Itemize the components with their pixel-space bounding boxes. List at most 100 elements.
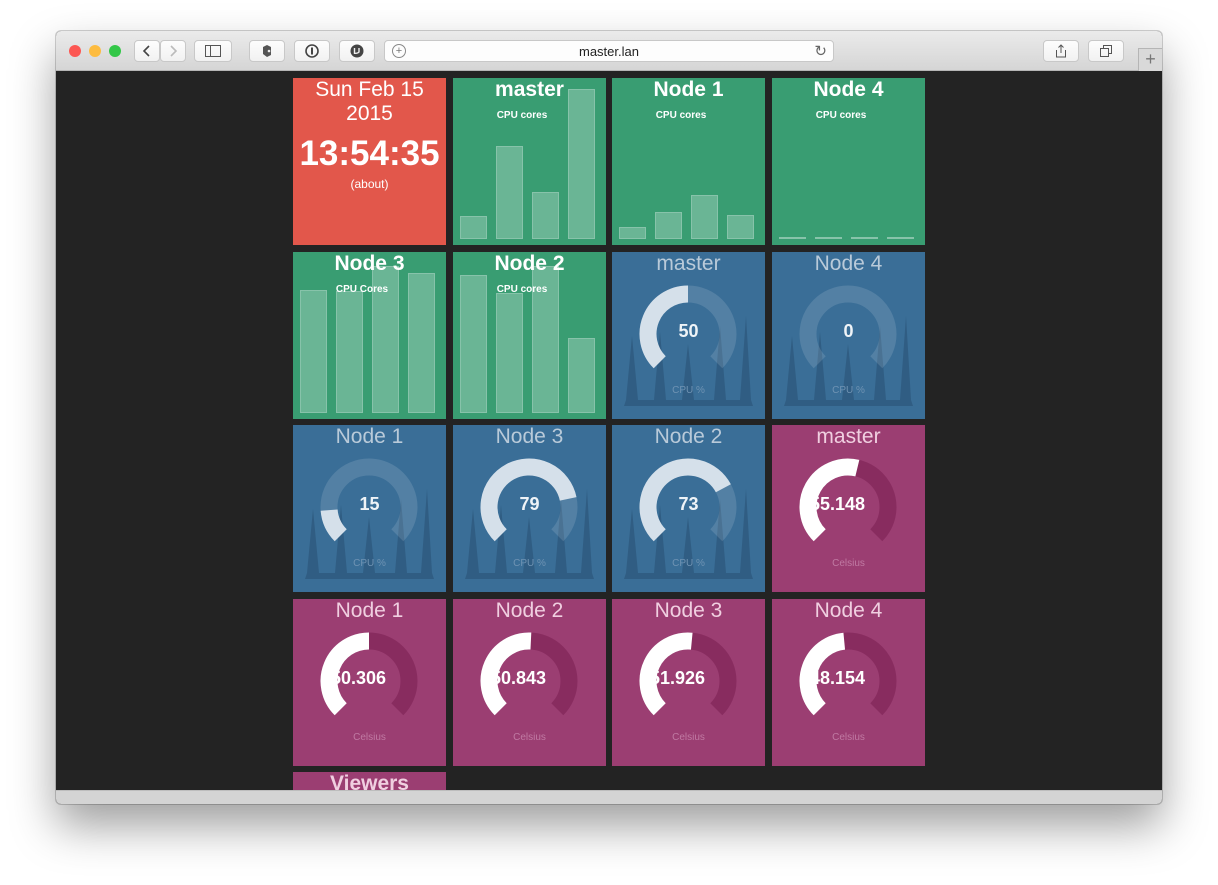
temperature-tile-node-1: Node 1 50.306 Celsius (293, 599, 446, 766)
cpu-core-bar (336, 291, 363, 413)
cpu-percent-tile-node-2: Node 2 73 CPU % (612, 425, 765, 592)
gauge-value: 51.926 (650, 668, 706, 688)
cpu-core-bar (851, 237, 878, 239)
minimize-window-button[interactable] (89, 45, 101, 57)
dashboard: Sun Feb 15 2015 13:54:35 (about) master … (56, 71, 1162, 790)
cpu-core-bar (496, 293, 523, 413)
temperature-tile-node-4: Node 4 48.154 Celsius (772, 599, 925, 766)
tile-title: Node 1 (653, 78, 724, 101)
sidebar-button[interactable] (194, 40, 232, 62)
temperature-tile-master: master 55.148 Celsius (772, 425, 925, 592)
reload-icon[interactable]: ↻ (814, 42, 827, 60)
gauge-label: CPU % (672, 385, 705, 396)
tile-title: Node 3 (495, 425, 564, 448)
cpu-cores-tile-master: master CPU cores (453, 78, 606, 245)
zoom-window-button[interactable] (109, 45, 121, 57)
gauge-label: Celsius (832, 558, 865, 569)
cpu-cores-tile-node-1: Node 1 CPU cores (612, 78, 765, 245)
tile-title: Node 2 (495, 599, 564, 622)
tile-title: Node 4 (814, 599, 883, 622)
tile-title: Node 2 (494, 252, 565, 275)
ublock-icon (350, 44, 364, 58)
back-chevron-icon (142, 45, 150, 57)
browser-window: + master.lan ↻ + Sun Feb 15 2015 13:54:3… (56, 31, 1162, 804)
gauge-value: 50.843 (491, 668, 547, 688)
tile-title: master (656, 252, 721, 275)
cpu-core-bar (460, 216, 487, 239)
address-bar[interactable]: + master.lan ↻ (384, 40, 834, 62)
cpu-core-bar (815, 237, 842, 239)
tile-title: Viewers (329, 772, 409, 790)
tile-title: master (495, 78, 564, 101)
1password-icon (305, 44, 319, 58)
close-window-button[interactable] (69, 45, 81, 57)
tile-title: Node 3 (654, 599, 723, 622)
tile-subtitle: CPU cores (655, 110, 707, 121)
gauge-label: CPU % (353, 558, 386, 569)
cpu-core-bar (532, 192, 559, 239)
cpu-core-bar (460, 275, 487, 413)
share-icon (1056, 44, 1066, 58)
tile-subtitle: CPU cores (815, 110, 867, 121)
cpu-percent-tile-node-4: Node 4 0 CPU % (772, 252, 925, 419)
gauge-label: Celsius (513, 732, 546, 743)
cpu-cores-tile-node-4: Node 4 CPU cores (772, 78, 925, 245)
gauge-label: CPU % (672, 558, 705, 569)
evernote-extension-button[interactable] (249, 40, 285, 62)
viewers-tile: Viewers (293, 772, 446, 790)
tile-title: Node 2 (654, 425, 723, 448)
clock-time: 13:54:35 (299, 134, 440, 173)
tile-title: master (816, 425, 881, 448)
forward-chevron-icon (170, 45, 178, 57)
cpu-cores-tile-node-2: Node 2 CPU cores (453, 252, 606, 419)
cpu-cores-tile-node-3: Node 3 CPU Cores (293, 252, 446, 419)
clock-tile: Sun Feb 15 2015 13:54:35 (about) (293, 78, 446, 245)
tile-title: Node 3 (334, 252, 405, 275)
tile-subtitle: CPU cores (496, 110, 548, 121)
gauge-value: 50 (678, 321, 699, 341)
gauge-label: Celsius (353, 732, 386, 743)
tile-title: Node 4 (813, 78, 884, 101)
new-tab-button[interactable]: + (1138, 48, 1162, 71)
gauge-label: Celsius (672, 732, 705, 743)
gauge-label: CPU % (513, 558, 546, 569)
back-button[interactable] (134, 40, 160, 62)
gauge-value: 48.154 (810, 668, 866, 688)
forward-button[interactable] (160, 40, 186, 62)
cpu-core-bar (887, 237, 914, 239)
cpu-core-bar (779, 237, 806, 239)
evernote-icon (263, 45, 271, 57)
tabs-icon (1100, 45, 1112, 57)
gauge-label: CPU % (832, 385, 865, 396)
cpu-core-bar (655, 212, 682, 239)
cpu-core-bar (691, 195, 718, 239)
about-link[interactable]: (about) (293, 177, 446, 191)
show-tabs-button[interactable] (1088, 40, 1124, 62)
gauge-value: 15 (359, 494, 380, 514)
tile-title: Node 1 (335, 599, 404, 622)
share-button[interactable] (1043, 40, 1079, 62)
cpu-percent-tile-master: master 50 CPU % (612, 252, 765, 419)
cpu-core-bar (496, 146, 523, 239)
tile-title: Node 1 (335, 425, 404, 448)
temperature-tile-node-2: Node 2 50.843 Celsius (453, 599, 606, 766)
ublock-extension-button[interactable] (339, 40, 375, 62)
cpu-core-bar (568, 338, 595, 413)
address-url[interactable]: master.lan (385, 44, 833, 59)
browser-status-bar (56, 790, 1162, 804)
temperature-tile-node-3: Node 3 51.926 Celsius (612, 599, 765, 766)
tile-subtitle: CPU Cores (335, 284, 389, 295)
cpu-core-bar (727, 215, 754, 239)
gauge-value: 55.148 (810, 494, 866, 514)
cpu-percent-tile-node-1: Node 1 15 CPU % (293, 425, 446, 592)
1password-extension-button[interactable] (294, 40, 330, 62)
tile-subtitle: CPU cores (496, 284, 548, 295)
cpu-core-bar (300, 290, 327, 413)
gauge-value: 50.306 (331, 668, 387, 688)
cpu-core-bar (619, 227, 646, 239)
clock-date: Sun Feb 15 2015 (315, 78, 424, 125)
gauge-value: 73 (678, 494, 699, 514)
gauge-value: 79 (519, 494, 540, 514)
tile-title: Node 4 (814, 252, 883, 275)
sidebar-icon (205, 45, 221, 57)
